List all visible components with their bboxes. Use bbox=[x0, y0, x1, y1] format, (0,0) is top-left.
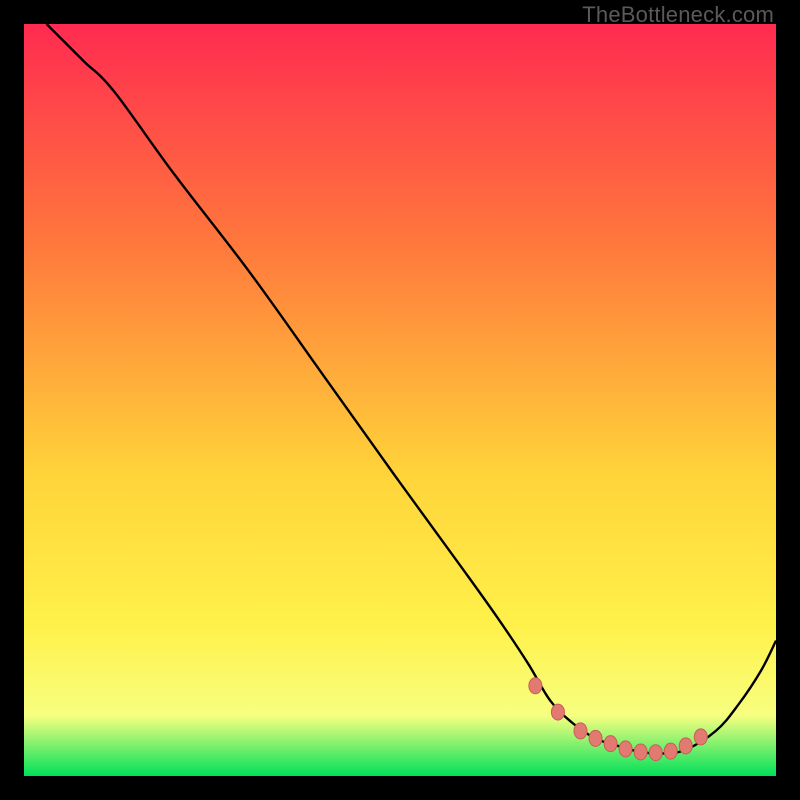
marker-dot bbox=[649, 745, 662, 761]
marker-dot bbox=[679, 738, 692, 754]
marker-dot bbox=[529, 678, 542, 694]
marker-dot bbox=[589, 730, 602, 746]
marker-dot bbox=[664, 743, 677, 759]
marker-dot bbox=[619, 741, 632, 757]
bottleneck-chart bbox=[24, 24, 776, 776]
gradient-background bbox=[24, 24, 776, 776]
marker-dot bbox=[694, 729, 707, 745]
marker-dot bbox=[634, 744, 647, 760]
marker-dot bbox=[574, 723, 587, 739]
marker-dot bbox=[604, 736, 617, 752]
marker-dot bbox=[551, 704, 564, 720]
chart-frame: TheBottleneck.com bbox=[0, 0, 800, 800]
